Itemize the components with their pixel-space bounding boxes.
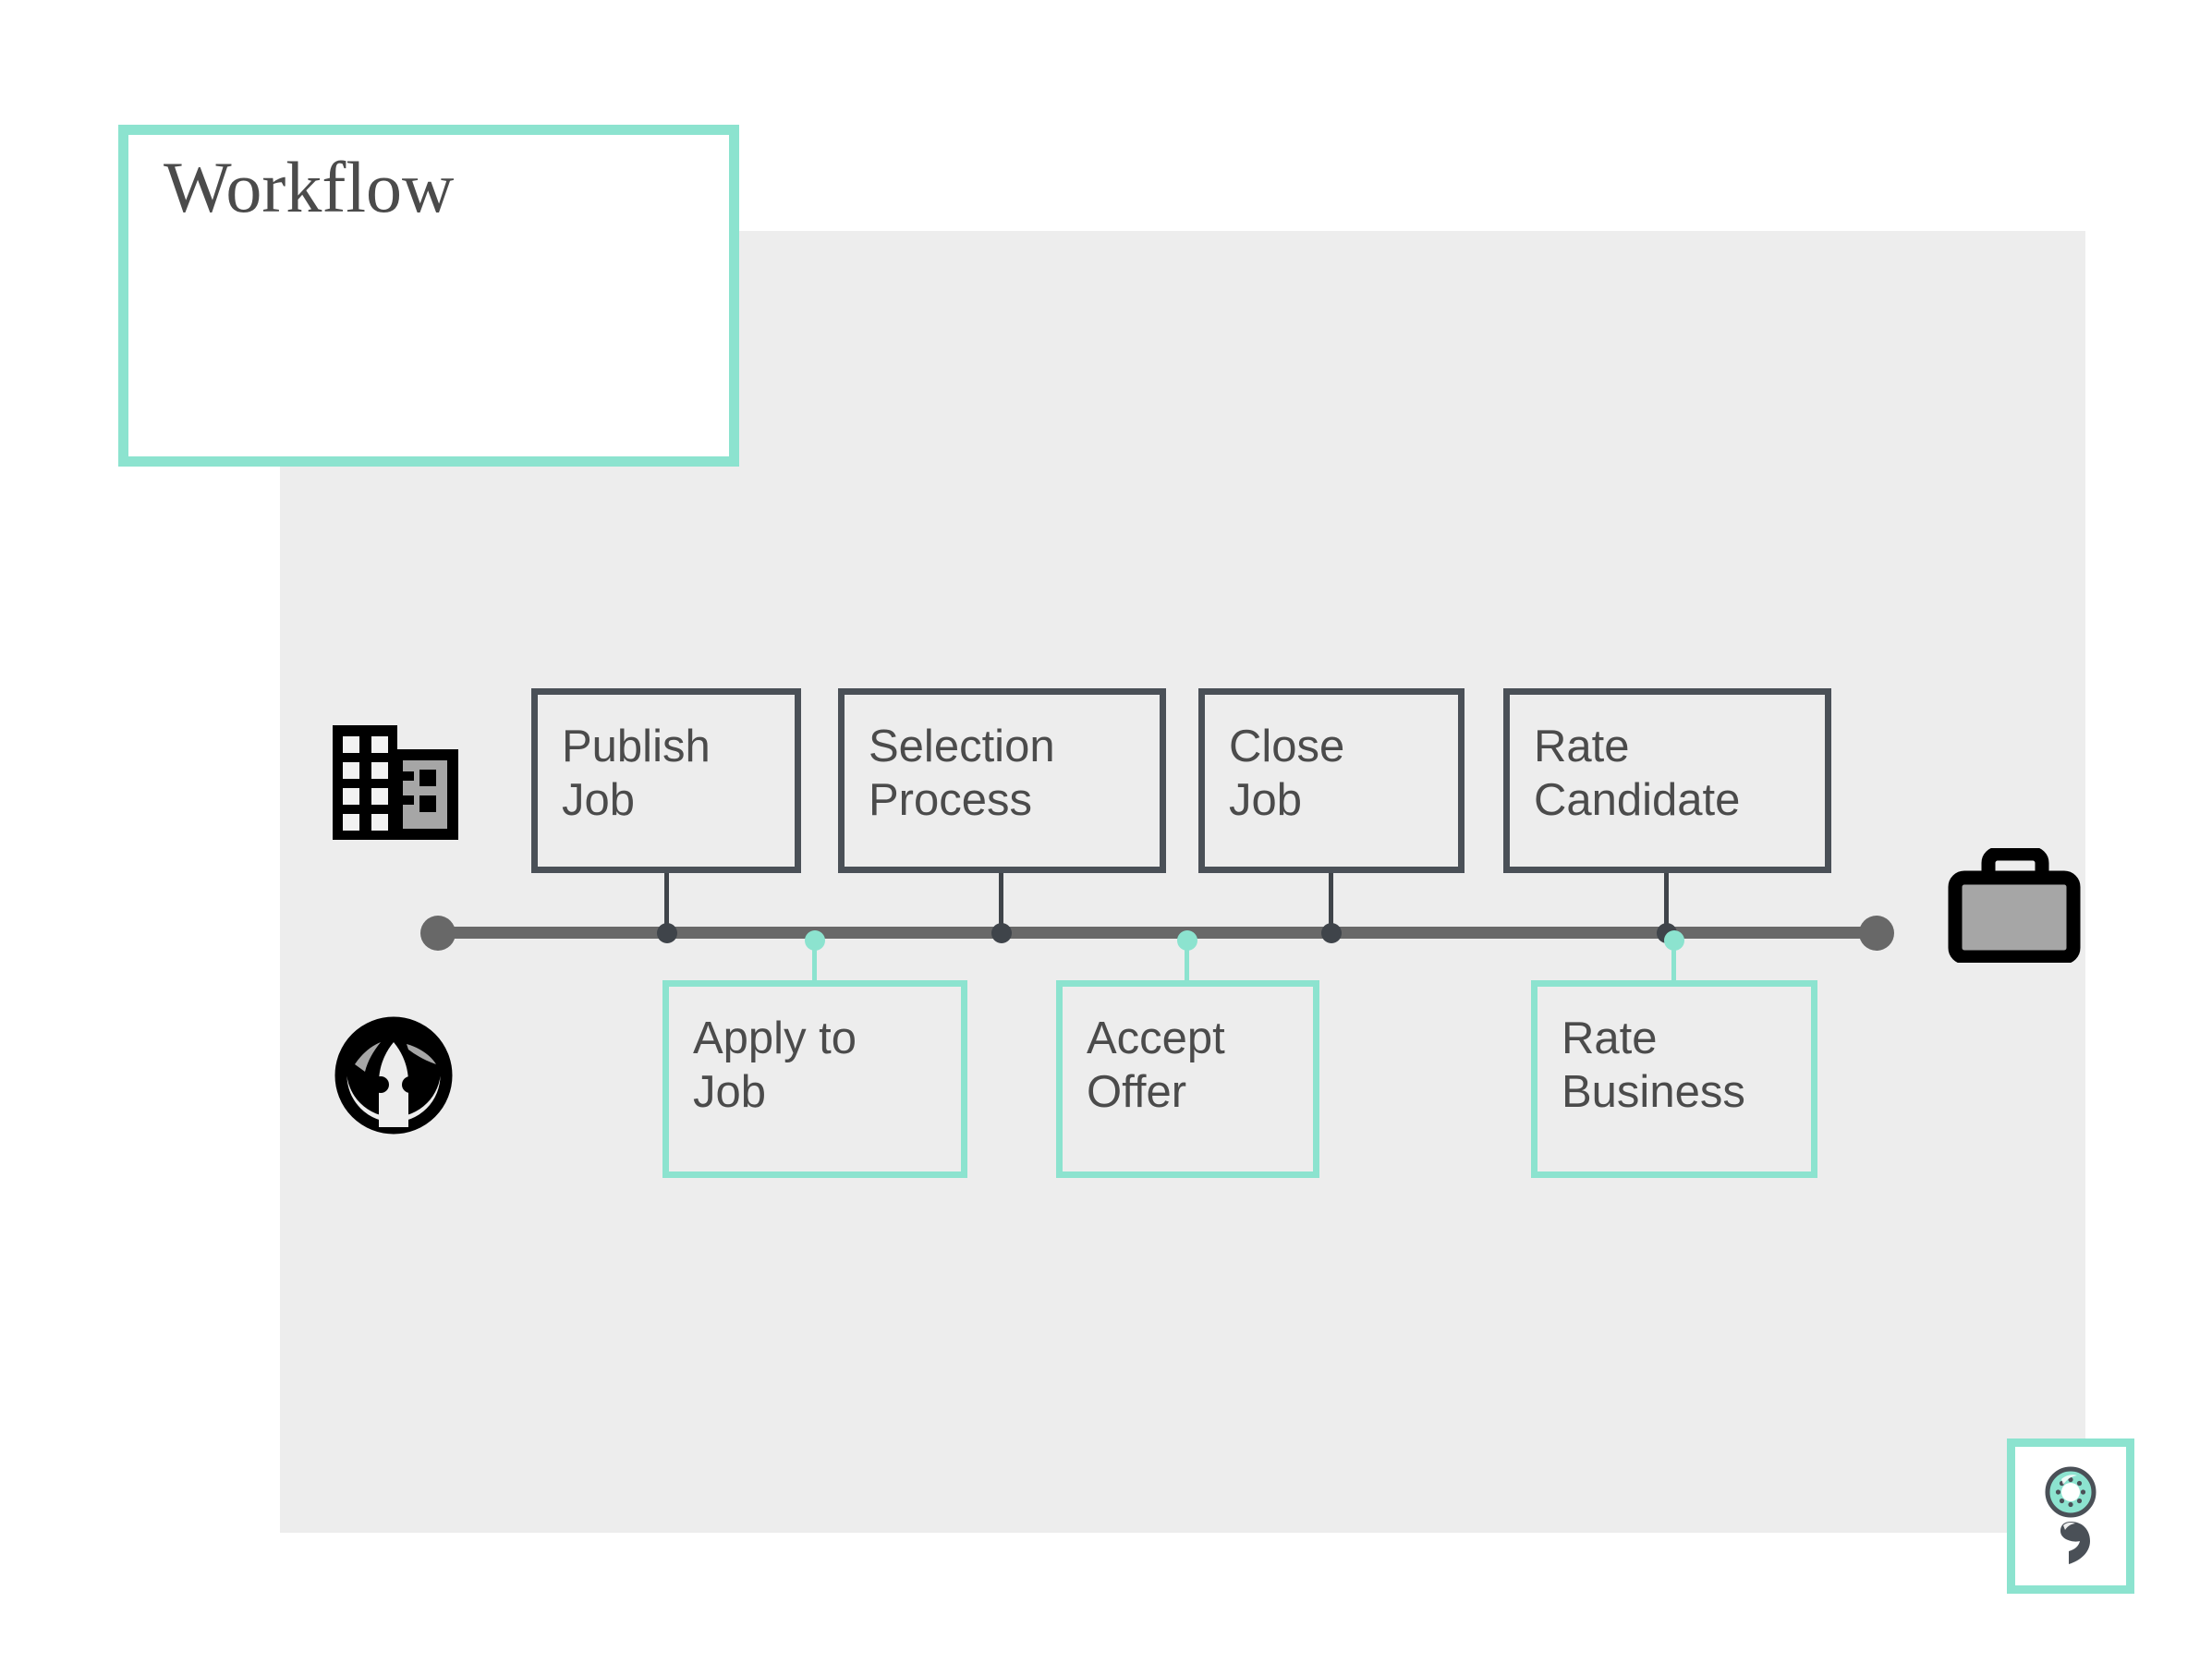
step-label: Apply to Job bbox=[693, 1014, 857, 1117]
step-label: Selection Process bbox=[869, 722, 1055, 825]
step-label: Rate Business bbox=[1562, 1014, 1745, 1117]
step-label: Rate Candidate bbox=[1534, 722, 1741, 825]
title-card: Workflow bbox=[118, 125, 739, 467]
page-title: Workflow bbox=[164, 147, 455, 227]
step-box[interactable]: Selection Process bbox=[838, 688, 1166, 873]
timeline-node[interactable] bbox=[991, 923, 1012, 943]
step-label: Publish Job bbox=[562, 722, 711, 825]
person-face-icon bbox=[334, 1016, 453, 1135]
timeline-node[interactable] bbox=[657, 923, 677, 943]
timeline-node[interactable] bbox=[1664, 930, 1684, 951]
step-box[interactable]: Close Job bbox=[1198, 688, 1465, 873]
step-box[interactable]: Apply to Job bbox=[662, 980, 967, 1178]
timeline-node[interactable] bbox=[805, 930, 825, 951]
timeline-end-marker bbox=[1859, 916, 1894, 951]
building-icon bbox=[331, 723, 460, 842]
step-box[interactable]: Publish Job bbox=[531, 688, 801, 873]
step-box[interactable]: Accept Offer bbox=[1056, 980, 1319, 1178]
briefcase-icon bbox=[1948, 846, 2088, 965]
step-box[interactable]: Rate Candidate bbox=[1503, 688, 1831, 873]
logo-card bbox=[2007, 1438, 2134, 1594]
step-box[interactable]: Rate Business bbox=[1531, 980, 1817, 1178]
timeline-start-marker bbox=[420, 916, 456, 951]
timeline-node[interactable] bbox=[1177, 930, 1197, 951]
step-label: Accept Offer bbox=[1087, 1014, 1225, 1117]
semicolon-logo-icon bbox=[2040, 1466, 2101, 1566]
slide-canvas: Workflow Publish Job Selection Process C… bbox=[0, 0, 2212, 1663]
step-label: Close Job bbox=[1229, 722, 1345, 825]
timeline-node[interactable] bbox=[1321, 923, 1342, 943]
